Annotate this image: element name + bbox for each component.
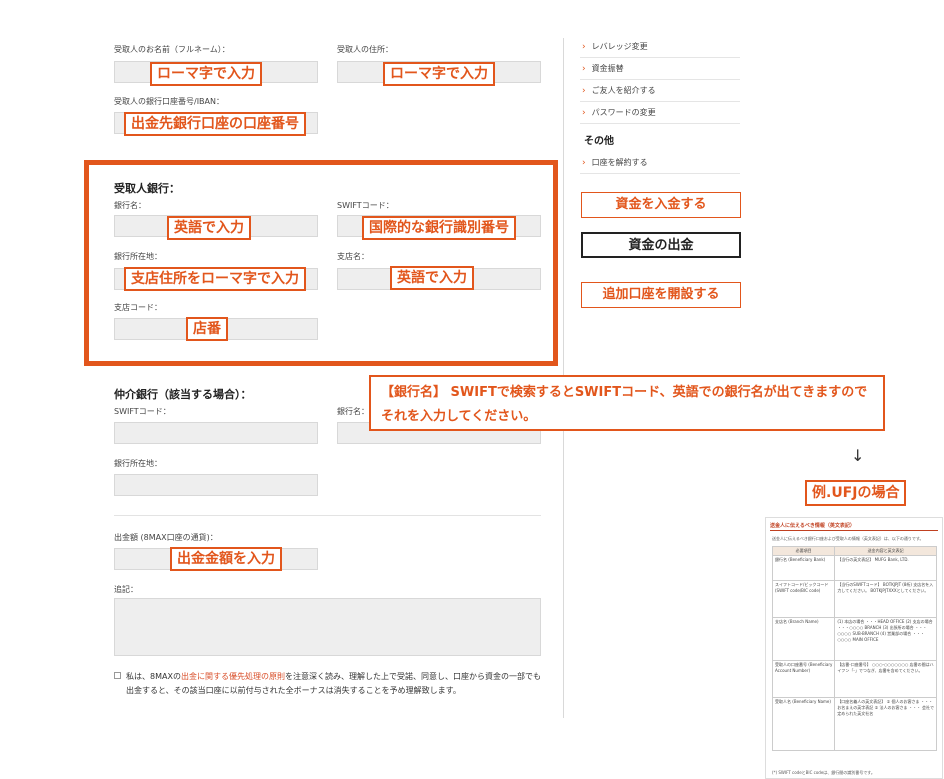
chevron-right-icon: › [582, 86, 586, 96]
doc-footer: (*) SWIFT codeとBIC codeは、銀行間の識別番号です。 [772, 770, 875, 775]
intermediary-title: 仲介銀行（該当する場合）： [114, 388, 252, 401]
branch-name-label: 支店名： [337, 252, 369, 261]
sidebar-item-label: 口座を解約する [591, 158, 648, 167]
consent-text: 私は、8MAXの出金に関する優先処理の原則を注意深く読み、理解した上で受諾、同意… [126, 670, 541, 698]
recipient-address-label: 受取人の住所： [337, 45, 393, 54]
doc-cell-key: 支店名 (Branch Name) [771, 617, 836, 661]
sidebar-item-leverage[interactable]: › レバレッジ変更 [580, 36, 740, 58]
chevron-right-icon: › [582, 42, 586, 52]
doc-table: 必要項目 送金内容と英文表記 銀行名 (Beneficiary Bank) 【当… [771, 546, 937, 751]
int-swift-input[interactable] [114, 422, 318, 444]
doc-subtitle: 送金人に伝えるべき銀行口座および受取人の情報（英文表記）は、以下の通りです。 [772, 536, 924, 541]
priority-rules-link[interactable]: 出金に関する優先処理の原則 [181, 672, 285, 681]
branch-code-label: 支店コード： [114, 303, 162, 312]
doc-title-rule [770, 530, 938, 531]
sidebar-item-label: ご友人を紹介する [591, 86, 656, 95]
table-row: 受取人名 (Beneficiary Name) 【口座名義人の英文表記】 ① 個… [771, 697, 937, 751]
doc-cell-value: 【店番-口座番号】 ○○○-○○○○○○○ 店番の間はハイフン「-」でつなぎ、店… [834, 660, 937, 698]
table-row: 銀行名 (Beneficiary Bank) 【当行の英文表記】 MUFG Ba… [771, 555, 937, 581]
int-bank-address-label: 銀行所在地： [114, 459, 162, 468]
table-row: 必要項目 送金内容と英文表記 [771, 546, 937, 556]
sidebar-item-label: 資金振替 [591, 64, 624, 73]
doc-cell-value: 【当行のSWIFTコード】 BOTKJPJT (8桁) 支店名を入力してください… [834, 580, 937, 618]
annotation-amount: 出金金額を入力 [170, 547, 282, 571]
consent-text-line2: 出金すると、その該当口座に以前付与された全ボーナスは消失することを予め理解致しま… [126, 686, 461, 695]
annotation-swift-desc: 国際的な銀行識別番号 [362, 216, 516, 240]
amount-label: 出金額 (8MAX口座の通貨)： [114, 533, 218, 542]
sidebar-item-transfer[interactable]: › 資金振替 [580, 58, 740, 80]
sidebar-item-referral[interactable]: › ご友人を紹介する [580, 80, 740, 102]
doc-title: 送金人に伝えるべき情報（英文表記） [770, 523, 855, 529]
recipient-name-label: 受取人のお名前（フルネーム）： [114, 45, 230, 54]
chevron-right-icon: › [582, 158, 586, 168]
annotation-branch-name-en: 英語で入力 [390, 266, 474, 290]
divider [114, 515, 541, 516]
doc-cell-value: 【口座名義人の英文表記】 ① 個人のお客さま ・・・ お名まえの英字表記 ② 法… [834, 697, 937, 751]
sidebar-item-password[interactable]: › パスワードの変更 [580, 102, 740, 124]
annotation-address-romaji: ローマ字で入力 [383, 62, 495, 86]
bank-section-title: 受取人銀行： [114, 182, 180, 195]
withdraw-button[interactable]: 資金の出金 [581, 232, 741, 258]
recipient-account-label: 受取人の銀行口座番号/IBAN： [114, 97, 224, 106]
deposit-button[interactable]: 資金を入金する [581, 192, 741, 218]
doc-cell-value: 【当行の英文表記】 MUFG Bank, LTD. [834, 555, 937, 581]
swift-label: SWIFTコード： [337, 201, 394, 210]
int-bank-address-input[interactable] [114, 474, 318, 496]
bank-address-label: 銀行所在地： [114, 252, 162, 261]
chevron-right-icon: › [582, 64, 586, 74]
note-line-1: 【銀行名】 SWIFTで検索するとSWIFTコード、英語での銀行名が出てきますの… [381, 385, 868, 400]
sidebar-other-title: その他 [584, 136, 614, 147]
annotation-name-romaji: ローマ字で入力 [150, 62, 262, 86]
annotation-bank-name-en: 英語で入力 [167, 216, 251, 240]
annotation-example: 例.UFJの場合 [805, 480, 907, 506]
sidebar-item-close-account[interactable]: › 口座を解約する [580, 152, 740, 174]
doc-cell-key: 受取人の口座番号 (Beneficiary Account Number) [771, 660, 836, 698]
table-row: スイフトコード/ビックコード (SWIFT code/BIC code) 【当行… [771, 580, 937, 618]
bank-name-note: 【銀行名】 SWIFTで検索するとSWIFTコード、英語での銀行名が出てきますの… [369, 375, 885, 431]
doc-col-2: 送金内容と英文表記 [834, 546, 937, 556]
note-line-2: それを入力してください。 [381, 409, 537, 424]
chevron-right-icon: › [582, 108, 586, 118]
table-row: 支店名 (Branch Name) (1) 本店の場合 ・・・HEAD OFFI… [771, 617, 937, 661]
int-bank-name-label: 銀行名： [337, 407, 369, 416]
doc-cell-key: 受取人名 (Beneficiary Name) [771, 697, 836, 751]
annotation-branch-code: 店番 [186, 317, 228, 341]
doc-col-1: 必要項目 [771, 546, 836, 556]
annotation-branch-address-romaji: 支店住所をローマ字で入力 [124, 267, 306, 291]
sidebar-item-label: レバレッジ変更 [591, 42, 648, 51]
table-row: 受取人の口座番号 (Beneficiary Account Number) 【店… [771, 660, 937, 698]
sidebar-item-label: パスワードの変更 [591, 108, 656, 117]
example-document: 送金人に伝えるべき情報（英文表記） 送金人に伝えるべき銀行口座および受取人の情報… [765, 517, 943, 779]
consent-text-after: を注意深く読み、理解した上で受諾、同意し、口座から資金の一部でも [284, 672, 541, 681]
open-account-button[interactable]: 追加口座を開設する [581, 282, 741, 308]
bank-name-label: 銀行名： [114, 201, 146, 210]
remarks-label: 追記： [114, 585, 138, 594]
consent-text-before: 私は、8MAXの [126, 672, 181, 681]
doc-cell-value: (1) 本店の場合 ・・・HEAD OFFICE (2) 支店の場合 ・・・○○… [834, 617, 937, 661]
down-arrow-icon: ↓ [851, 446, 865, 465]
consent-checkbox[interactable] [114, 672, 121, 679]
remarks-textarea[interactable] [114, 598, 541, 656]
doc-cell-key: 銀行名 (Beneficiary Bank) [771, 555, 836, 581]
int-swift-label: SWIFTコード： [114, 407, 171, 416]
annotation-account-number: 出金先銀行口座の口座番号 [124, 112, 306, 136]
doc-cell-key: スイフトコード/ビックコード (SWIFT code/BIC code) [771, 580, 836, 618]
